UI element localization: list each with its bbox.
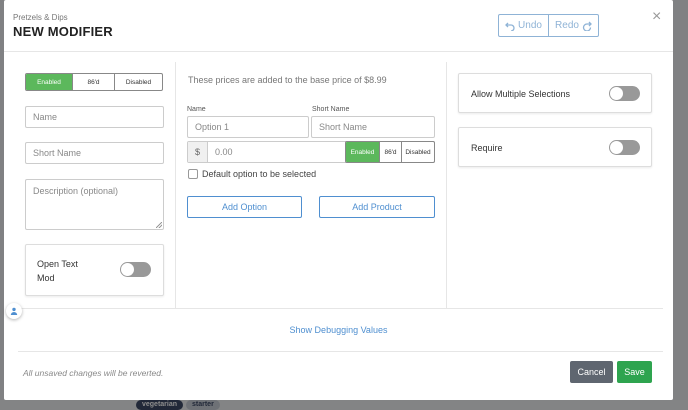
unsaved-changes-note: All unsaved changes will be reverted. — [23, 368, 164, 378]
option-name-label: Name — [187, 106, 206, 113]
save-button[interactable]: Save — [617, 361, 652, 383]
cancel-button[interactable]: Cancel — [570, 361, 613, 383]
undo-icon — [505, 22, 515, 31]
require-toggle[interactable] — [609, 140, 640, 155]
name-input[interactable]: Name — [25, 106, 164, 128]
modifier-status-toggle: Enabled 86'd Disabled — [25, 73, 163, 91]
user-icon — [10, 307, 18, 315]
show-debugging-values-link[interactable]: Show Debugging Values — [4, 325, 673, 335]
undo-button[interactable]: Undo — [499, 15, 548, 36]
short-name-input[interactable]: Short Name — [25, 142, 164, 164]
toggle-knob — [121, 263, 134, 276]
option-disabled-option[interactable]: Disabled — [401, 142, 434, 162]
price-value: 0.00 — [215, 147, 233, 157]
status-enabled-option[interactable]: Enabled — [26, 74, 72, 90]
redo-label: Redo — [555, 20, 579, 31]
redo-button[interactable]: Redo — [548, 15, 598, 36]
open-text-mod-label: Open Text Mod — [37, 259, 78, 283]
price-info-text: These prices are added to the base price… — [188, 75, 387, 85]
toggle-knob — [610, 87, 623, 100]
option-enabled-option[interactable]: Enabled — [346, 142, 379, 162]
allow-multiple-toggle[interactable] — [609, 86, 640, 101]
footer-divider — [18, 351, 663, 352]
header-divider — [4, 51, 673, 52]
open-text-mod-card: Open Text Mod — [25, 244, 164, 296]
open-text-mod-toggle[interactable] — [120, 262, 151, 277]
option-short-name-input[interactable]: Short Name — [311, 116, 435, 138]
undo-redo-group: Undo Redo — [498, 14, 599, 37]
allow-multiple-label: Allow Multiple Selections — [471, 89, 571, 99]
close-icon[interactable]: × — [652, 9, 661, 25]
description-placeholder: Description (optional) — [33, 186, 119, 196]
default-option-checkbox[interactable] — [188, 169, 198, 179]
option-86d-option[interactable]: 86'd — [379, 142, 401, 162]
user-help-button[interactable] — [6, 303, 22, 319]
option-name-input[interactable]: Option 1 — [187, 116, 309, 138]
currency-symbol: $ — [188, 142, 208, 162]
option-short-name-label: Short Name — [312, 106, 350, 113]
add-product-button[interactable]: Add Product — [319, 196, 435, 218]
undo-label: Undo — [518, 20, 542, 31]
column-divider-right — [446, 62, 447, 308]
require-card: Require — [458, 127, 652, 167]
default-option-label: Default option to be selected — [202, 169, 317, 179]
column-divider-left — [175, 62, 176, 308]
redo-icon — [582, 21, 592, 31]
require-label: Require — [471, 143, 503, 153]
add-option-button[interactable]: Add Option — [187, 196, 302, 218]
allow-multiple-card: Allow Multiple Selections — [458, 73, 652, 113]
status-86d-option[interactable]: 86'd — [72, 74, 114, 90]
modal-title: NEW MODIFIER — [13, 24, 113, 39]
option-status-toggle: Enabled 86'd Disabled — [345, 141, 435, 163]
debug-divider — [18, 308, 663, 309]
description-textarea[interactable]: Description (optional) — [25, 179, 164, 230]
modifier-modal: Pretzels & Dips NEW MODIFIER Undo Redo ×… — [4, 0, 673, 400]
toggle-knob — [610, 141, 623, 154]
status-disabled-option[interactable]: Disabled — [114, 74, 162, 90]
resize-handle-icon[interactable] — [156, 222, 162, 228]
modal-subtitle: Pretzels & Dips — [13, 13, 68, 22]
